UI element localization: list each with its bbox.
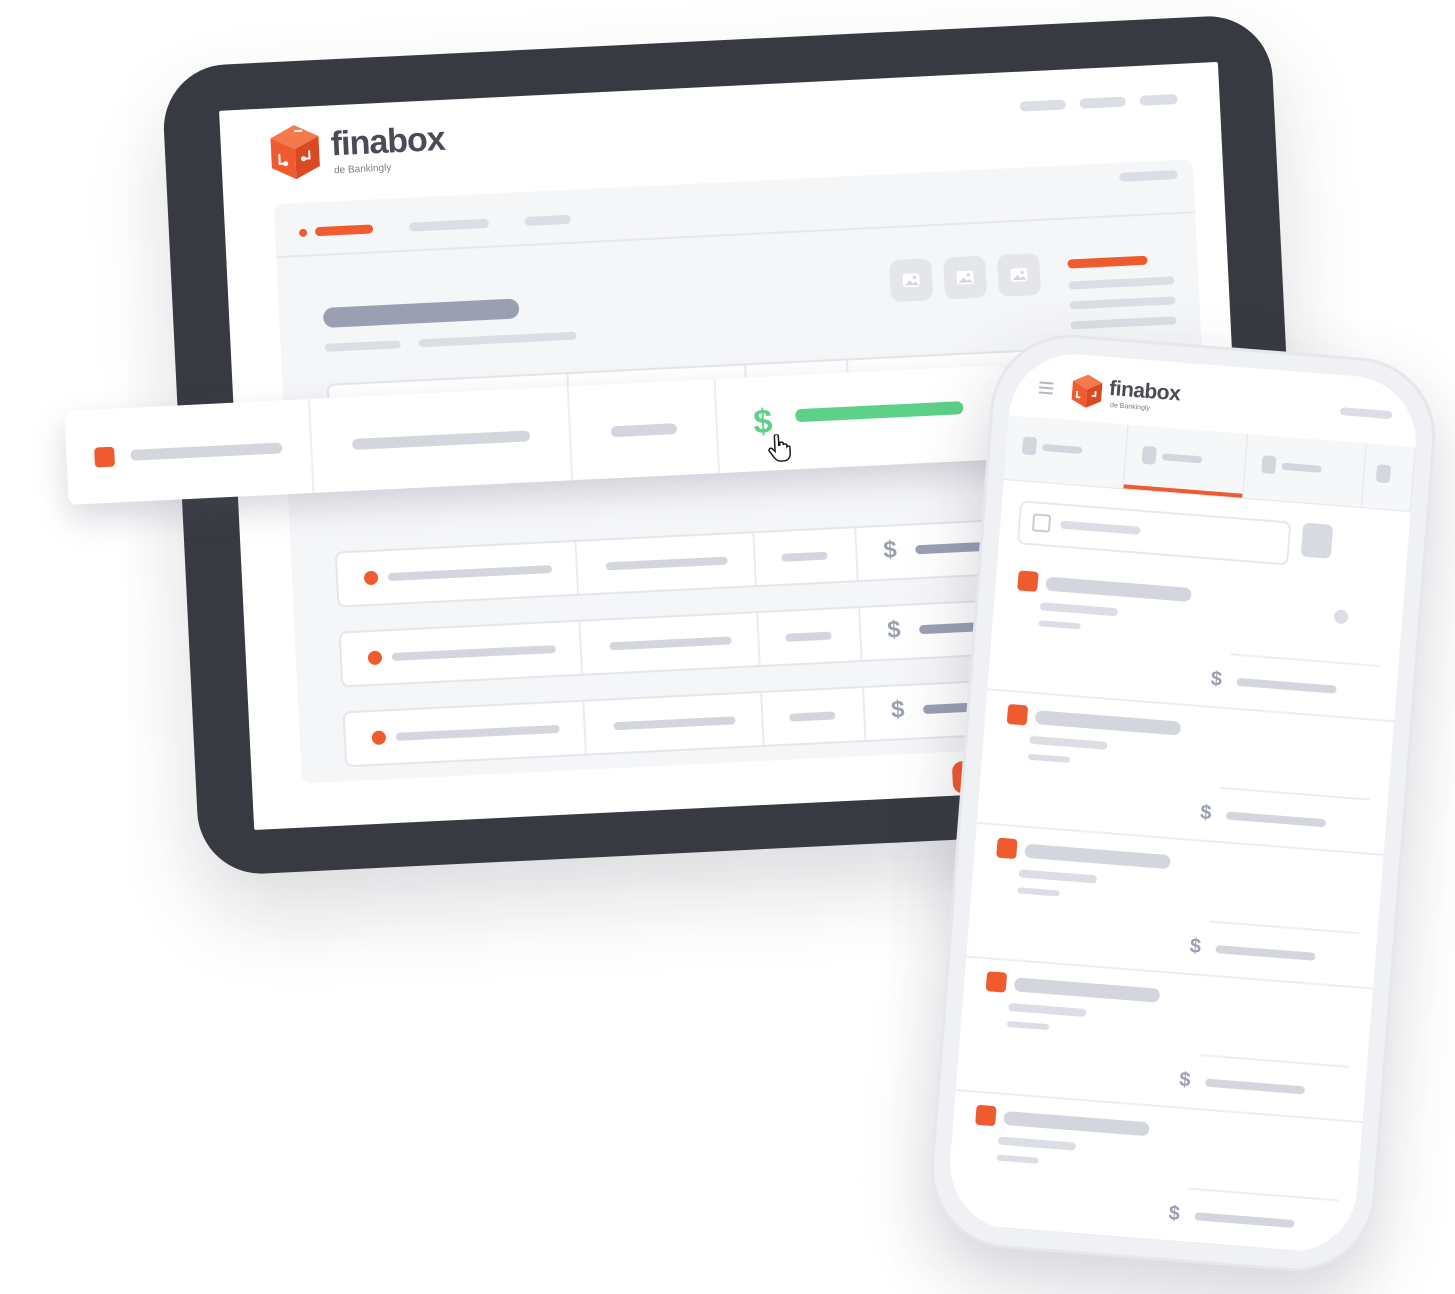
sidebar-item[interactable]	[1069, 296, 1176, 310]
image-icon	[902, 273, 920, 288]
image-icon	[956, 270, 974, 285]
phone-filter-button[interactable]	[1300, 522, 1334, 559]
phone-brand-logo[interactable]: finabox de Bankingly	[1069, 372, 1181, 412]
checkbox[interactable]	[1031, 513, 1052, 533]
status-dot	[367, 650, 383, 666]
sidebar-item[interactable]	[1070, 316, 1177, 330]
status-dot	[371, 730, 387, 746]
brand-name: finabox	[329, 119, 446, 164]
nav-link[interactable]	[1079, 96, 1126, 109]
hand-pointer-icon	[768, 433, 791, 462]
dollar-icon: $	[1167, 1202, 1181, 1225]
tab-active[interactable]	[314, 224, 374, 237]
amount-bar	[794, 401, 964, 423]
phone-tab-active[interactable]	[1123, 424, 1248, 498]
page-subtitle	[324, 340, 401, 352]
active-tab-dot	[298, 228, 308, 238]
phone-device: finabox de Bankingly $ $ $ $ $	[924, 328, 1442, 1278]
sidebar-item[interactable]	[1068, 276, 1175, 290]
dollar-icon: $	[882, 536, 898, 564]
radio[interactable]	[1333, 609, 1349, 625]
phone-tab[interactable]	[1362, 443, 1416, 511]
status-square	[94, 446, 116, 468]
phone-search-input[interactable]	[1016, 500, 1292, 566]
image-button[interactable]	[889, 258, 934, 303]
dollar-icon: $	[1178, 1068, 1192, 1092]
status-dot	[363, 570, 379, 586]
panel-action[interactable]	[1119, 170, 1178, 182]
dollar-icon: $	[1188, 935, 1202, 958]
menu-icon[interactable]	[1039, 381, 1054, 385]
tab[interactable]	[408, 218, 490, 232]
phone-tab[interactable]	[1003, 415, 1129, 489]
image-icon	[1010, 267, 1028, 282]
menu-icon	[1039, 386, 1054, 390]
table-row[interactable]: $	[334, 516, 1057, 608]
dollar-icon: $	[890, 696, 906, 724]
page-title	[322, 298, 520, 328]
nav-link[interactable]	[1139, 93, 1178, 106]
dollar-icon: $	[1199, 801, 1213, 825]
nav-link[interactable]	[1019, 99, 1067, 112]
cube-logo-icon	[1071, 374, 1103, 408]
menu-icon	[1038, 391, 1053, 395]
divider	[276, 211, 1196, 259]
sidebar-heading	[1067, 255, 1148, 269]
brand-logo[interactable]: finabox de Bankingly	[268, 120, 446, 188]
dollar-icon: $	[1209, 667, 1223, 691]
table-row[interactable]: $	[338, 596, 1061, 688]
phone-header-action[interactable]	[1339, 407, 1393, 420]
brand-tagline: de Bankingly	[333, 162, 392, 177]
active-tab-indicator	[1123, 484, 1243, 498]
dollar-icon: $	[886, 616, 902, 644]
phone-screen: finabox de Bankingly $ $ $ $ $	[945, 349, 1421, 1257]
cube-logo-icon	[270, 125, 320, 180]
page-subtitle	[418, 331, 577, 348]
image-button[interactable]	[943, 255, 988, 300]
phone-tabs	[1003, 415, 1416, 512]
image-button[interactable]	[997, 252, 1042, 297]
phone-tab[interactable]	[1242, 433, 1368, 508]
tab[interactable]	[524, 214, 571, 226]
table-row[interactable]: $	[342, 676, 1065, 768]
